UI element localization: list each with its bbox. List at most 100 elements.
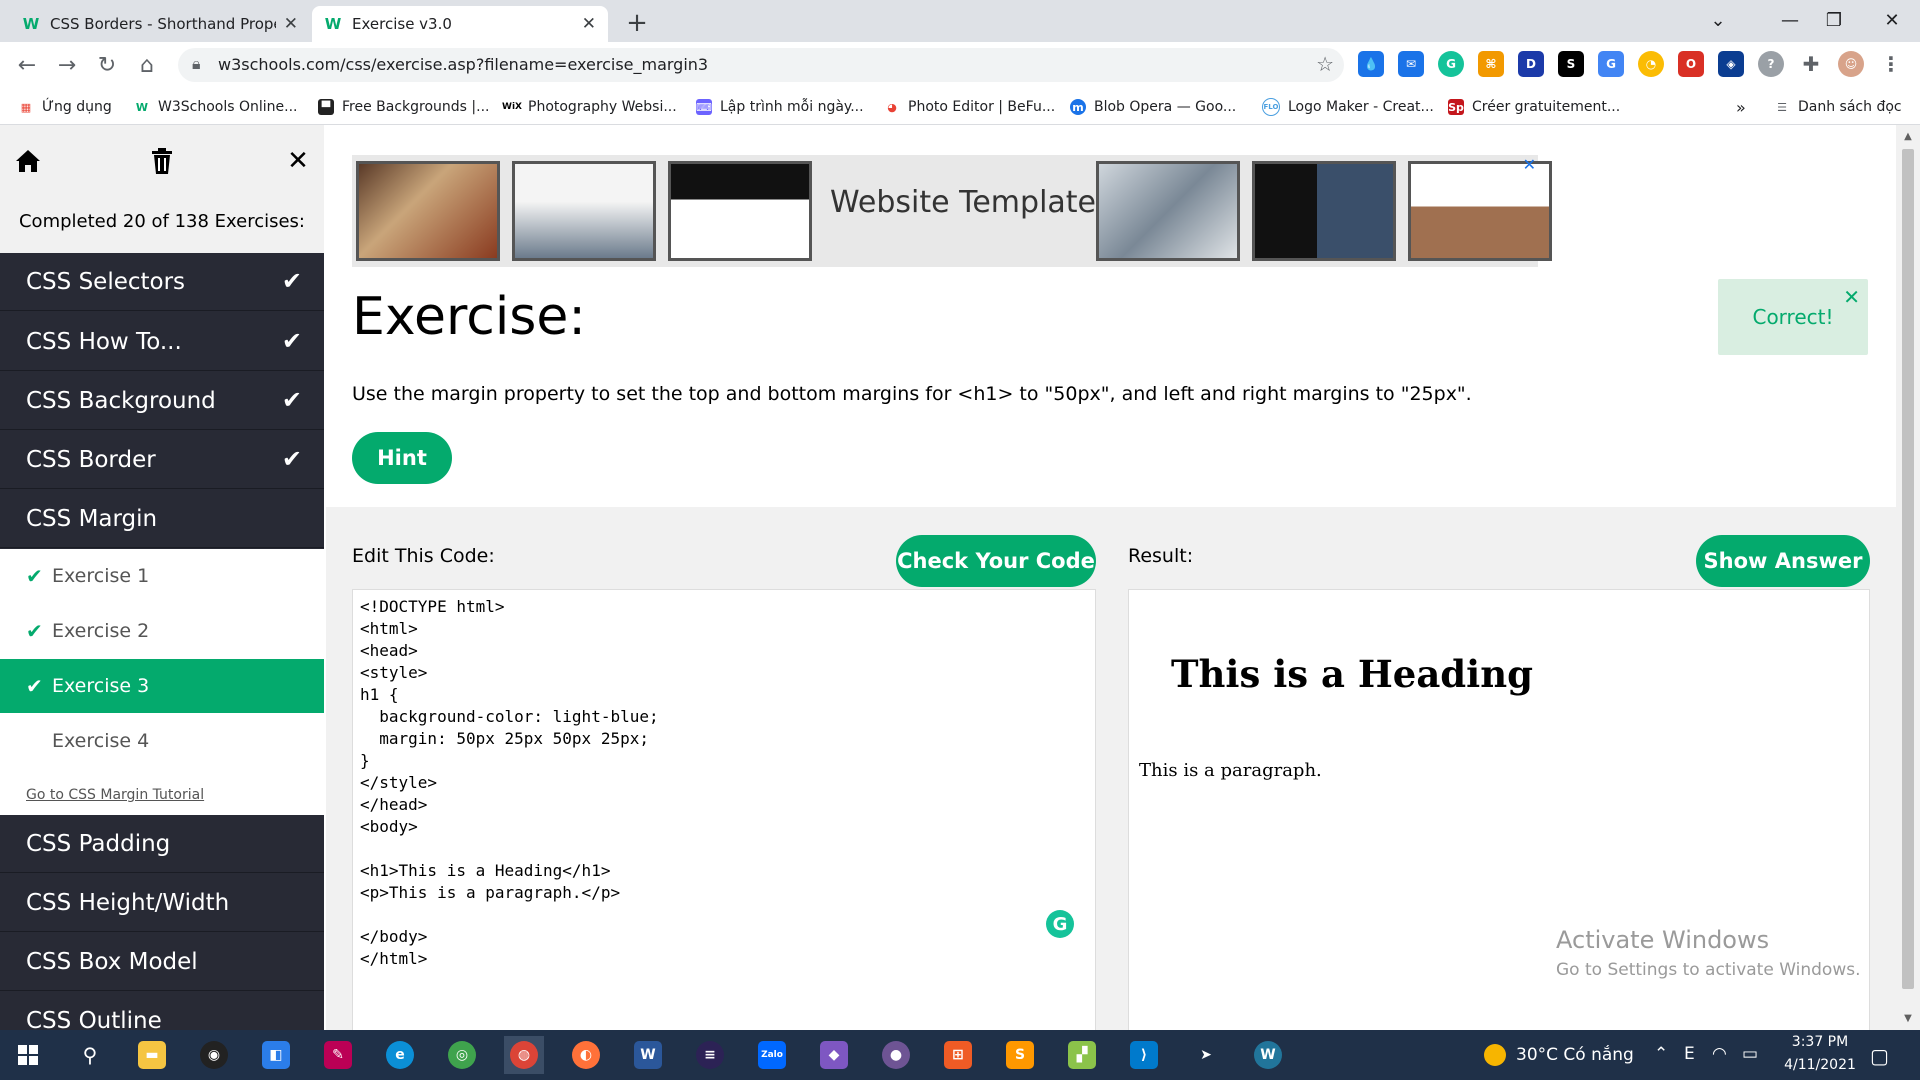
clock-time[interactable]: 3:37 PM <box>1782 1034 1858 1050</box>
bookmark-free-backgrounds[interactable]: ▀ Free Backgrounds |... <box>318 96 490 118</box>
notifications-icon[interactable]: ▢ <box>1870 1044 1889 1068</box>
reading-list[interactable]: ☰ Danh sách đọc <box>1774 96 1902 118</box>
extension-seek-icon[interactable]: S <box>1558 51 1584 77</box>
bookmark-blob-opera[interactable]: m Blob Opera — Goo... <box>1070 96 1236 118</box>
extension-cube-icon[interactable]: ◈ <box>1718 51 1744 77</box>
extension-tag-icon[interactable]: ⌘ <box>1478 51 1504 77</box>
clock-date[interactable]: 4/11/2021 <box>1772 1057 1868 1073</box>
file-explorer-icon[interactable]: ▬ <box>132 1036 172 1074</box>
address-bar[interactable]: 🔒︎ w3schools.com/css/exercise.asp?filena… <box>178 48 1344 82</box>
category-css-selectors[interactable]: CSS Selectors ✔ <box>0 253 324 311</box>
chrome-icon[interactable]: ◍ <box>504 1036 544 1074</box>
bookmark-logo-maker[interactable]: FLO Logo Maker - Creat... <box>1262 96 1434 118</box>
category-css-border[interactable]: CSS Border ✔ <box>0 431 324 489</box>
bookmark-w3schools[interactable]: W W3Schools Online... <box>134 96 298 118</box>
check-code-button[interactable]: Check Your Code <box>896 535 1096 587</box>
input-method-icon[interactable]: E <box>1684 1044 1695 1064</box>
eclipse-icon[interactable]: ≡ <box>690 1036 730 1074</box>
firefox-icon[interactable]: ◐ <box>566 1036 606 1074</box>
windows-start-icon[interactable] <box>8 1036 48 1074</box>
extension-translate-icon[interactable]: G <box>1598 51 1624 77</box>
extension-d-icon[interactable]: D <box>1518 51 1544 77</box>
weather-widget[interactable]: 30°C Có nắng <box>1484 1044 1634 1066</box>
github-icon[interactable]: ● <box>876 1036 916 1074</box>
extension-office-icon[interactable]: O <box>1678 51 1704 77</box>
tab-css-borders[interactable]: W CSS Borders - Shorthand Propert ✕ <box>10 6 310 42</box>
bookmarks-overflow[interactable]: » <box>1736 96 1746 118</box>
exercise-item-3[interactable]: ✔ Exercise 3 <box>0 659 324 713</box>
extension-drop-icon[interactable]: 💧 <box>1358 51 1384 77</box>
home-icon[interactable]: ⌂ <box>130 48 164 82</box>
ad-banner[interactable]: Website Templates ✕ <box>352 155 1552 267</box>
tab-exercise[interactable]: W Exercise v3.0 ✕ <box>312 6 608 42</box>
tab-search-icon[interactable]: ⌄ <box>1692 0 1744 40</box>
bookmark-photography[interactable]: WiX Photography Websi... <box>502 96 677 118</box>
category-css-background[interactable]: CSS Background ✔ <box>0 372 324 430</box>
exercise-item-4[interactable]: Exercise 4 <box>0 714 324 768</box>
extension-mail-icon[interactable]: ✉ <box>1398 51 1424 77</box>
trash-icon[interactable] <box>144 143 180 179</box>
bookmark-lap-trinh[interactable]: ⌨ Lập trình mỗi ngày... <box>696 96 864 118</box>
home-icon[interactable] <box>10 143 46 179</box>
reload-icon[interactable]: ↻ <box>90 48 124 82</box>
scroll-down-icon[interactable]: ▼ <box>1896 1009 1920 1027</box>
category-css-outline[interactable]: CSS Outline <box>0 992 324 1031</box>
wifi-icon[interactable]: ◠ <box>1712 1044 1727 1064</box>
postman-icon[interactable]: ⊞ <box>938 1036 978 1074</box>
code-editor[interactable]: <!DOCTYPE html> <html> <head> <style> h1… <box>352 589 1096 1030</box>
scroll-thumb[interactable] <box>1902 149 1914 989</box>
app-green-icon[interactable]: ◎ <box>442 1036 482 1074</box>
grammarly-icon[interactable]: G <box>1046 910 1074 938</box>
bookmark-apps[interactable]: ▦ Ứng dụng <box>18 96 112 118</box>
search-icon[interactable]: ⚲ <box>70 1036 110 1074</box>
close-tab-icon[interactable]: ✕ <box>284 14 298 34</box>
new-tab-icon[interactable]: + <box>620 6 654 40</box>
show-answer-button[interactable]: Show Answer <box>1696 535 1870 587</box>
category-css-padding[interactable]: CSS Padding <box>0 815 324 873</box>
bookmark-star-icon[interactable]: ☆ <box>1316 52 1334 76</box>
extension-bulb-icon[interactable]: ? <box>1758 51 1784 77</box>
close-icon[interactable]: ✕ <box>280 143 316 179</box>
paint-icon[interactable]: ✎ <box>318 1036 358 1074</box>
cursor-app-icon[interactable]: ➤ <box>1186 1036 1226 1074</box>
app-diamond-icon[interactable]: ◆ <box>814 1036 854 1074</box>
word-icon[interactable]: W <box>628 1036 668 1074</box>
category-css-margin[interactable]: CSS Margin <box>0 490 324 548</box>
obs-icon[interactable]: ◉ <box>194 1036 234 1074</box>
category-css-how-to[interactable]: CSS How To... ✔ <box>0 313 324 371</box>
battery-icon[interactable]: ▭ <box>1742 1044 1758 1064</box>
zalo-icon[interactable]: Zalo <box>752 1036 792 1074</box>
restore-icon[interactable]: ❐ <box>1808 0 1860 40</box>
exercise-item-1[interactable]: ✔ Exercise 1 <box>0 549 324 603</box>
extension-circle-icon[interactable]: ◔ <box>1638 51 1664 77</box>
w3schools-favicon-icon: W <box>324 15 342 33</box>
app-icon[interactable]: ◧ <box>256 1036 296 1074</box>
exercise-item-2[interactable]: ✔ Exercise 2 <box>0 604 324 658</box>
tutorial-link[interactable]: Go to CSS Margin Tutorial <box>26 787 204 803</box>
wordpress-icon[interactable]: W <box>1248 1036 1288 1074</box>
category-css-height-width[interactable]: CSS Height/Width <box>0 874 324 932</box>
category-css-box-model[interactable]: CSS Box Model <box>0 933 324 991</box>
page-scrollbar[interactable]: ▲ ▼ <box>1896 125 1920 1030</box>
sublime-icon[interactable]: S <box>1000 1036 1040 1074</box>
close-icon[interactable]: ✕ <box>1843 285 1860 309</box>
bookmark-photo-editor[interactable]: ◕ Photo Editor | BeFu... <box>884 96 1055 118</box>
ad-close-icon[interactable]: ✕ <box>1523 155 1536 174</box>
close-window-icon[interactable]: ✕ <box>1866 0 1918 40</box>
app-yellow-icon[interactable]: ▞ <box>1062 1036 1102 1074</box>
vscode-icon[interactable]: ⟩ <box>1124 1036 1164 1074</box>
forward-icon[interactable]: → <box>50 48 84 82</box>
close-tab-icon[interactable]: ✕ <box>582 14 596 34</box>
extensions-puzzle-icon[interactable]: ✚ <box>1798 51 1824 77</box>
profile-avatar[interactable]: ☺ <box>1838 51 1864 77</box>
category-label: CSS Margin <box>26 505 158 532</box>
extension-grammarly-icon[interactable]: G <box>1438 51 1464 77</box>
ad-thumbnail <box>356 161 500 261</box>
scroll-up-icon[interactable]: ▲ <box>1896 127 1920 145</box>
chevron-up-icon[interactable]: ⌃ <box>1654 1044 1668 1064</box>
back-icon[interactable]: ← <box>10 48 44 82</box>
hint-button[interactable]: Hint <box>352 432 452 484</box>
menu-dots-icon[interactable]: ⋮ <box>1878 51 1904 77</box>
edge-icon[interactable]: e <box>380 1036 420 1074</box>
bookmark-creer[interactable]: Sp Créer gratuitement... <box>1448 96 1620 118</box>
